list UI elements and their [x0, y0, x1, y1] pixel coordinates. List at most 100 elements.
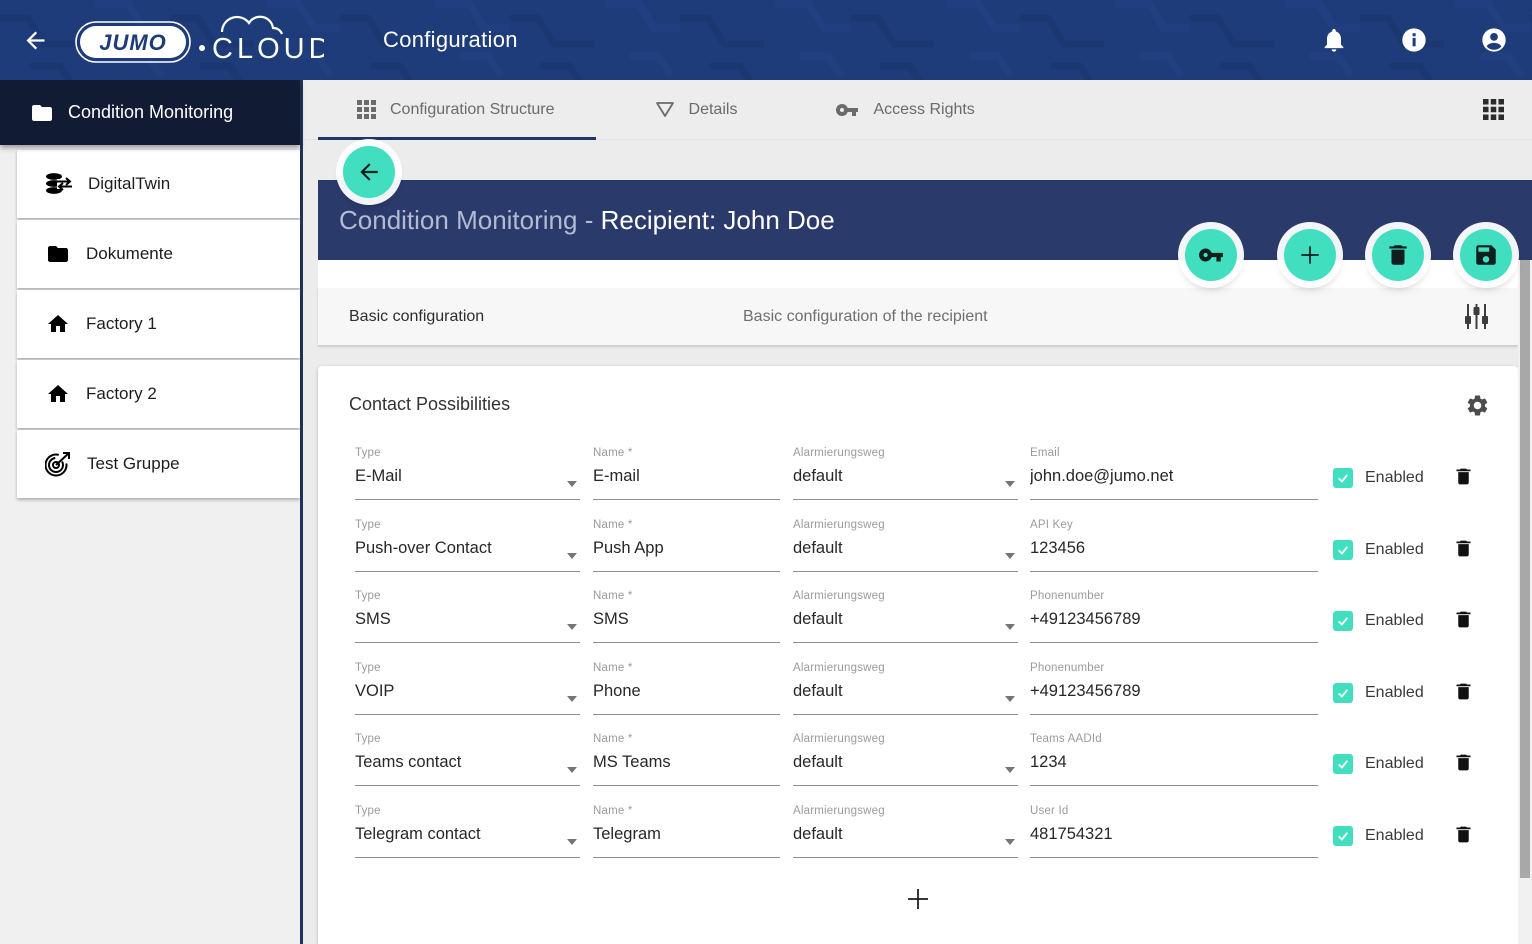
- alarm-route-field[interactable]: Alarmierungsweg default: [793, 805, 1018, 858]
- type-field[interactable]: Type Push-over Contact: [355, 519, 580, 572]
- notifications-bell-icon[interactable]: [1320, 26, 1348, 54]
- address-field[interactable]: User Id 481754321: [1030, 805, 1318, 858]
- dropdown-caret-icon[interactable]: [1005, 624, 1015, 630]
- field-value: Telegram contact: [355, 825, 580, 844]
- tune-sliders-icon[interactable]: [1463, 303, 1490, 330]
- field-label: Alarmierungsweg: [793, 662, 1018, 674]
- dropdown-caret-icon[interactable]: [1005, 553, 1015, 559]
- field-value: MS Teams: [593, 753, 780, 772]
- dropdown-caret-icon[interactable]: [567, 696, 577, 702]
- address-field[interactable]: Teams AADId 1234: [1030, 733, 1318, 786]
- basic-configuration-row[interactable]: Basic configuration Basic configuration …: [318, 288, 1518, 346]
- save-button[interactable]: [1460, 229, 1512, 281]
- trash-icon: [1453, 680, 1474, 703]
- enabled-checkbox[interactable]: [1333, 540, 1353, 560]
- field-value: default: [793, 539, 1018, 558]
- target-icon: [45, 451, 72, 477]
- page-title: Configuration: [383, 0, 518, 80]
- type-field[interactable]: Type E-Mail: [355, 447, 580, 500]
- sidebar-item-condition-monitoring[interactable]: Condition Monitoring: [0, 80, 300, 145]
- field-label: Phonenumber: [1030, 590, 1318, 602]
- dropdown-caret-icon[interactable]: [1005, 481, 1015, 487]
- home-icon: [45, 382, 71, 406]
- type-field[interactable]: Type SMS: [355, 590, 580, 643]
- sidebar-item-factory-1[interactable]: Factory 1: [17, 290, 300, 358]
- dropdown-caret-icon[interactable]: [1005, 696, 1015, 702]
- address-field[interactable]: Email john.doe@jumo.net: [1030, 447, 1318, 500]
- sidebar-item-digitaltwin[interactable]: DigitalTwin: [17, 150, 300, 218]
- field-label: Name *: [593, 733, 780, 745]
- alarm-route-field[interactable]: Alarmierungsweg default: [793, 662, 1018, 715]
- enabled-checkbox[interactable]: [1333, 468, 1353, 488]
- name-field[interactable]: Name * Telegram: [593, 805, 780, 858]
- tab-details[interactable]: Details: [655, 101, 738, 119]
- dropdown-caret-icon[interactable]: [567, 624, 577, 630]
- name-field[interactable]: Name * Phone: [593, 662, 780, 715]
- key-icon: [835, 98, 859, 122]
- dropdown-caret-icon[interactable]: [1005, 767, 1015, 773]
- delete-row-button[interactable]: [1453, 537, 1474, 560]
- field-label: User Id: [1030, 805, 1318, 817]
- name-field[interactable]: Name * MS Teams: [593, 733, 780, 786]
- access-key-button[interactable]: [1185, 229, 1237, 281]
- back-button[interactable]: [343, 146, 395, 198]
- enabled-label: Enabled: [1365, 612, 1424, 630]
- name-field[interactable]: Name * SMS: [593, 590, 780, 643]
- tab-configuration-structure[interactable]: Configuration Structure: [357, 100, 555, 119]
- dropdown-caret-icon[interactable]: [567, 839, 577, 845]
- type-field[interactable]: Type Teams contact: [355, 733, 580, 786]
- info-icon[interactable]: [1400, 26, 1428, 54]
- dropdown-caret-icon[interactable]: [567, 767, 577, 773]
- enabled-checkbox[interactable]: [1333, 683, 1353, 703]
- contact-rows: Type E-Mail Name * E-mail Alarmierungswe…: [318, 440, 1518, 870]
- delete-row-button[interactable]: [1453, 823, 1474, 846]
- address-field[interactable]: Phonenumber +49123456789: [1030, 590, 1318, 643]
- jumo-cloud-logo: JUMO CLOUD: [74, 6, 324, 74]
- sidebar-item-dokumente[interactable]: Dokumente: [17, 220, 300, 288]
- field-label: Type: [355, 519, 580, 531]
- address-field[interactable]: API Key 123456: [1030, 519, 1318, 572]
- account-icon[interactable]: [1480, 26, 1508, 54]
- alarm-route-field[interactable]: Alarmierungsweg default: [793, 447, 1018, 500]
- tab-access-rights[interactable]: Access Rights: [835, 98, 974, 122]
- field-value: Teams contact: [355, 753, 580, 772]
- alarm-route-field[interactable]: Alarmierungsweg default: [793, 590, 1018, 643]
- dropdown-caret-icon[interactable]: [567, 481, 577, 487]
- sidebar-item-label: DigitalTwin: [88, 174, 170, 194]
- gear-icon[interactable]: [1465, 393, 1490, 418]
- view-module-icon[interactable]: [1483, 99, 1504, 120]
- contact-row: Type E-Mail Name * E-mail Alarmierungswe…: [318, 440, 1518, 512]
- add-button[interactable]: [1284, 229, 1336, 281]
- type-field[interactable]: Type Telegram contact: [355, 805, 580, 858]
- delete-row-button[interactable]: [1453, 680, 1474, 703]
- enabled-checkbox[interactable]: [1333, 611, 1353, 631]
- type-field[interactable]: Type VOIP: [355, 662, 580, 715]
- field-label: Type: [355, 805, 580, 817]
- add-contact-button[interactable]: [903, 884, 933, 914]
- save-icon: [1473, 242, 1499, 268]
- enabled-checkbox[interactable]: [1333, 754, 1353, 774]
- alarm-route-field[interactable]: Alarmierungsweg default: [793, 519, 1018, 572]
- delete-row-button[interactable]: [1453, 465, 1474, 488]
- back-arrow-icon[interactable]: [22, 27, 49, 54]
- dropdown-caret-icon[interactable]: [567, 553, 577, 559]
- delete-row-button[interactable]: [1453, 751, 1474, 774]
- vertical-scrollbar[interactable]: [1518, 258, 1532, 944]
- delete-row-button[interactable]: [1453, 608, 1474, 631]
- sidebar-item-test-gruppe[interactable]: Test Gruppe: [17, 430, 300, 498]
- address-field[interactable]: Phonenumber +49123456789: [1030, 662, 1318, 715]
- name-field[interactable]: Name * Push App: [593, 519, 780, 572]
- name-field[interactable]: Name * E-mail: [593, 447, 780, 500]
- dropdown-caret-icon[interactable]: [1005, 839, 1015, 845]
- enabled-checkbox[interactable]: [1333, 826, 1353, 846]
- field-value: Push App: [593, 539, 780, 558]
- delete-button[interactable]: [1372, 229, 1424, 281]
- field-label: Type: [355, 447, 580, 459]
- tab-bar: Configuration Structure Details Access R…: [303, 80, 1532, 140]
- svg-text:CLOUD: CLOUD: [212, 33, 324, 65]
- scrollbar-thumb[interactable]: [1520, 260, 1530, 878]
- sidebar-item-factory-2[interactable]: Factory 2: [17, 360, 300, 428]
- trash-icon: [1453, 537, 1474, 560]
- alarm-route-field[interactable]: Alarmierungsweg default: [793, 733, 1018, 786]
- field-label: Alarmierungsweg: [793, 447, 1018, 459]
